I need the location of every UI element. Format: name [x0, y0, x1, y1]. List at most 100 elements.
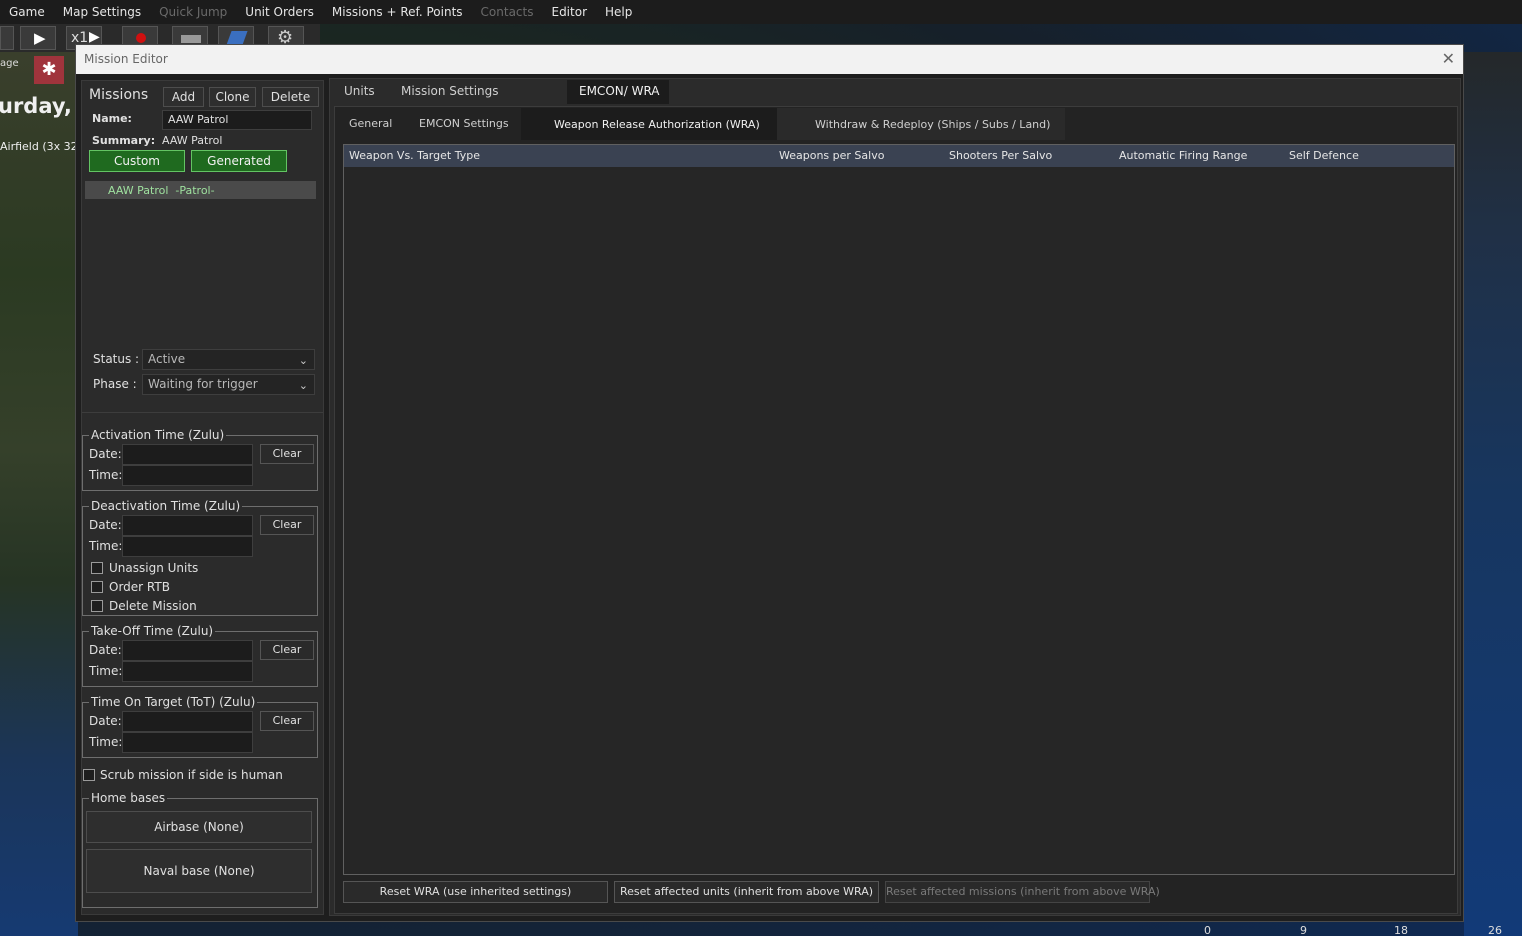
menu-missions-ref-points[interactable]: Missions + Ref. Points: [323, 5, 472, 19]
activation-date-input[interactable]: [122, 444, 253, 465]
takeoff-clear-button[interactable]: Clear: [260, 640, 314, 660]
toolbar-edge: [0, 26, 14, 50]
status-value: Active: [148, 352, 186, 366]
activation-time-label: Time:: [89, 468, 123, 482]
home-bases-group: Home bases Airbase (None) Naval base (No…: [82, 791, 318, 908]
dialog-title: Mission Editor: [84, 52, 168, 66]
wra-table[interactable]: Weapon Vs. Target Type Weapons per Salvo…: [343, 144, 1455, 875]
menu-bar: Game Map Settings Quick Jump Unit Orders…: [0, 0, 1522, 24]
menu-quick-jump[interactable]: Quick Jump: [150, 5, 236, 19]
map-view-left[interactable]: age ✱ urday, D Airfield (3x 32: [0, 52, 97, 936]
reset-affected-units-button[interactable]: Reset affected units (inherit from above…: [614, 881, 879, 903]
play-icon[interactable]: ▶: [20, 26, 56, 50]
takeoff-time-label: Time:: [89, 664, 123, 678]
activation-time-input[interactable]: [122, 465, 253, 486]
scrub-mission-checkbox[interactable]: [83, 769, 95, 781]
name-label: Name:: [92, 112, 132, 125]
generated-filter-button[interactable]: Generated: [191, 150, 287, 172]
tot-date-label: Date:: [89, 714, 122, 728]
tot-time-input[interactable]: [122, 732, 253, 753]
menu-help[interactable]: Help: [596, 5, 641, 19]
scrub-mission-label: Scrub mission if side is human: [100, 768, 283, 782]
subtab-withdraw-redeploy[interactable]: Withdraw & Redeploy (Ships / Subs / Land…: [777, 108, 1065, 140]
custom-filter-button[interactable]: Custom: [89, 150, 185, 172]
tab-mission-settings[interactable]: Mission Settings: [401, 84, 499, 98]
order-rtb-label: Order RTB: [109, 580, 170, 594]
tot-time-group: Time On Target (ToT) (Zulu) Date: Time: …: [82, 695, 318, 758]
subtab-withdraw-redeploy-label: Withdraw & Redeploy (Ships / Subs / Land…: [815, 118, 1051, 131]
subtab-emcon-settings[interactable]: EMCON Settings: [419, 117, 509, 130]
unassign-units-checkbox[interactable]: [91, 562, 103, 574]
reset-affected-missions-button[interactable]: Reset affected missions (inherit from ab…: [885, 881, 1160, 903]
col-weapon-vs-target[interactable]: Weapon Vs. Target Type: [349, 149, 480, 162]
status-label: Status :: [93, 352, 140, 366]
deactivation-time-group: Deactivation Time (Zulu) Date: Time: Cle…: [82, 499, 318, 616]
unassign-units-label: Unassign Units: [109, 561, 199, 575]
map-label-age: age: [0, 58, 19, 69]
delete-mission-checkbox[interactable]: [91, 600, 103, 612]
activation-date-label: Date:: [89, 447, 122, 461]
phase-value: Waiting for trigger: [148, 377, 258, 391]
phase-label: Phase :: [93, 377, 137, 391]
deactivation-time-legend: Deactivation Time (Zulu): [89, 499, 243, 513]
dialog-titlebar[interactable]: Mission Editor ✕: [76, 45, 1463, 74]
status-select[interactable]: Active ⌄: [142, 349, 315, 370]
col-self-defence[interactable]: Self Defence: [1289, 149, 1359, 162]
activation-time-legend: Activation Time (Zulu): [89, 428, 227, 442]
deactivation-time-label: Time:: [89, 539, 123, 553]
summary-value: AAW Patrol: [162, 134, 223, 147]
col-shooters-per-salvo[interactable]: Shooters Per Salvo: [949, 149, 1052, 162]
mission-details-panel: Units Mission Settings EMCON/ WRA Genera…: [329, 78, 1461, 916]
tot-date-input[interactable]: [122, 711, 253, 732]
missions-panel: Missions Add Clone Delete Name: AAW Patr…: [81, 80, 324, 915]
subtab-general[interactable]: General: [349, 117, 392, 130]
subtab-wra-label: Weapon Release Authorization (WRA): [554, 118, 760, 131]
col-automatic-firing-range[interactable]: Automatic Firing Range: [1119, 149, 1247, 162]
separator: [82, 412, 323, 413]
deactivation-time-input[interactable]: [122, 536, 253, 557]
menu-map-settings[interactable]: Map Settings: [54, 5, 150, 19]
order-rtb-checkbox[interactable]: [91, 581, 103, 593]
takeoff-date-label: Date:: [89, 643, 122, 657]
map-scale-9: 9: [1300, 924, 1307, 936]
reset-wra-button[interactable]: Reset WRA (use inherited settings): [343, 881, 608, 903]
activation-time-group: Activation Time (Zulu) Date: Time: Clear: [82, 428, 318, 491]
deactivation-clear-button[interactable]: Clear: [260, 515, 314, 535]
menu-editor[interactable]: Editor: [542, 5, 596, 19]
activation-clear-button[interactable]: Clear: [260, 444, 314, 464]
emcon-wra-panel: General EMCON Settings Weapon Release Au…: [334, 106, 1458, 914]
summary-label: Summary:: [92, 134, 156, 147]
tab-emcon-wra-label: EMCON/ WRA: [579, 84, 660, 98]
map-scale-26: 26: [1488, 924, 1502, 936]
tot-time-legend: Time On Target (ToT) (Zulu): [89, 695, 258, 709]
subtab-wra[interactable]: Weapon Release Authorization (WRA): [521, 108, 777, 140]
map-scale-0: 0: [1204, 924, 1211, 936]
naval-base-button[interactable]: Naval base (None): [86, 849, 312, 893]
delete-mission-button[interactable]: Delete: [262, 87, 319, 107]
wra-table-header: Weapon Vs. Target Type Weapons per Salvo…: [344, 145, 1454, 167]
add-mission-button[interactable]: Add: [163, 87, 204, 107]
deactivation-date-input[interactable]: [122, 515, 253, 536]
menu-game[interactable]: Game: [0, 5, 54, 19]
airbase-button[interactable]: Airbase (None): [86, 811, 312, 843]
takeoff-date-input[interactable]: [122, 640, 253, 661]
map-view-right[interactable]: [1464, 52, 1522, 936]
delete-mission-label: Delete Mission: [109, 599, 197, 613]
menu-contacts[interactable]: Contacts: [472, 5, 543, 19]
menu-unit-orders[interactable]: Unit Orders: [236, 5, 323, 19]
chevron-down-icon: ⌄: [298, 354, 308, 367]
takeoff-time-input[interactable]: [122, 661, 253, 682]
close-icon[interactable]: ✕: [1442, 49, 1455, 68]
deactivation-date-label: Date:: [89, 518, 122, 532]
clone-mission-button[interactable]: Clone: [209, 87, 256, 107]
mission-name-input[interactable]: AAW Patrol: [162, 110, 312, 130]
unit-marker-icon[interactable]: ✱: [34, 56, 64, 84]
mission-list-item[interactable]: AAW Patrol -Patrol-: [85, 181, 316, 199]
takeoff-time-group: Take-Off Time (Zulu) Date: Time: Clear: [82, 624, 318, 687]
tab-units[interactable]: Units: [344, 84, 375, 98]
tab-emcon-wra[interactable]: EMCON/ WRA: [567, 80, 669, 104]
tot-clear-button[interactable]: Clear: [260, 711, 314, 731]
phase-select[interactable]: Waiting for trigger ⌄: [142, 374, 315, 395]
col-weapons-per-salvo[interactable]: Weapons per Salvo: [779, 149, 884, 162]
chevron-down-icon: ⌄: [298, 379, 308, 392]
